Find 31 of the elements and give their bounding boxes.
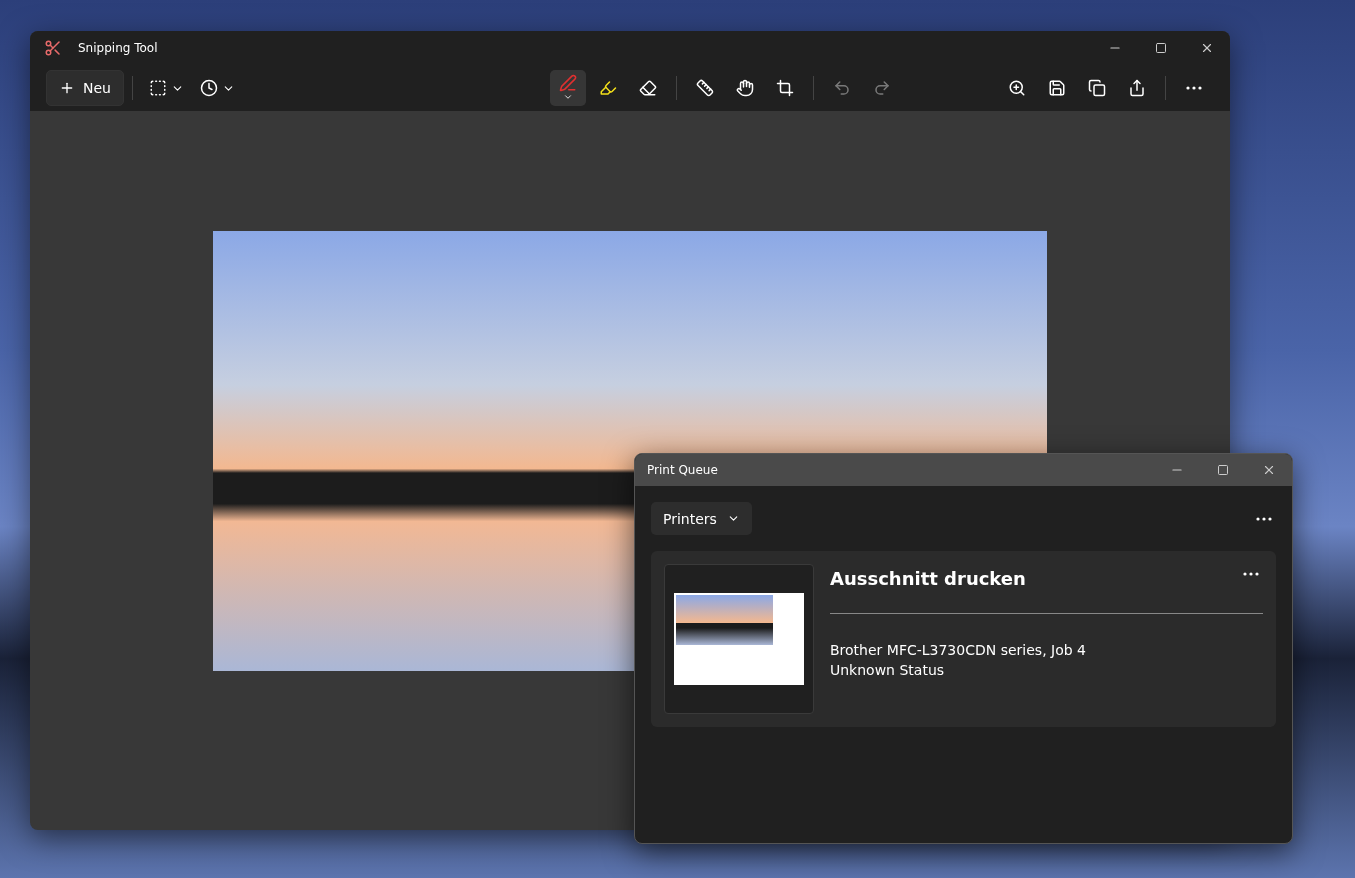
more-icon bbox=[1243, 572, 1259, 576]
save-icon bbox=[1048, 79, 1066, 97]
job-status: Unknown Status bbox=[830, 661, 946, 680]
copy-icon bbox=[1088, 79, 1106, 97]
window-title: Snipping Tool bbox=[78, 41, 158, 55]
share-icon bbox=[1128, 79, 1146, 97]
scissors-icon bbox=[44, 39, 62, 57]
hand-icon bbox=[736, 79, 754, 97]
eraser-icon bbox=[639, 79, 657, 97]
more-icon bbox=[1186, 86, 1202, 90]
ruler-icon bbox=[696, 79, 714, 97]
printers-dropdown[interactable]: Printers bbox=[651, 502, 752, 535]
highlighter-icon bbox=[599, 79, 617, 97]
plus-icon bbox=[59, 80, 75, 96]
close-icon bbox=[1200, 41, 1214, 55]
zoom-in-icon bbox=[1008, 79, 1026, 97]
undo-icon bbox=[833, 79, 851, 97]
redo-icon bbox=[873, 79, 891, 97]
job-title: Ausschnitt drucken bbox=[830, 568, 1026, 589]
printer-name: Brother MFC-L3730CDN series, Job 4 bbox=[830, 641, 1087, 660]
clock-icon bbox=[199, 79, 218, 97]
more-icon bbox=[1256, 516, 1272, 521]
window-title: Print Queue bbox=[647, 463, 718, 477]
chevron-down-icon bbox=[563, 92, 573, 102]
crop-icon bbox=[776, 79, 794, 97]
maximize-icon bbox=[1155, 42, 1167, 54]
pen-icon bbox=[559, 74, 577, 92]
close-icon bbox=[1262, 463, 1276, 477]
maximize-icon bbox=[1217, 464, 1229, 476]
rectangle-snip-icon bbox=[148, 79, 167, 97]
new-button[interactable]: Neu bbox=[46, 70, 124, 106]
